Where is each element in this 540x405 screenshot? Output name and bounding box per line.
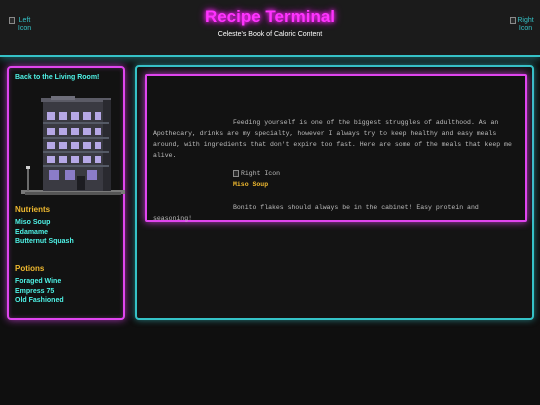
potions-heading: Potions — [15, 264, 45, 273]
right-icon-alt: Right Icon — [517, 17, 534, 32]
nav-item-butternut-squash[interactable]: Butternut Squash — [15, 238, 74, 245]
page-title: Recipe Terminal — [204, 7, 336, 26]
recipe-content-box: Feeding yourself is one of the biggest s… — [145, 74, 527, 222]
page-subtitle: Celeste's Book of Caloric Content — [217, 31, 323, 38]
recipe-image: Right Icon — [233, 170, 280, 177]
nutrients-heading: Nutrients — [15, 205, 51, 214]
apartment-building-image — [21, 96, 125, 195]
main-panel: Feeding yourself is one of the biggest s… — [135, 65, 534, 320]
nav-item-old-fashioned[interactable]: Old Fashioned — [15, 297, 64, 304]
recipe-image-alt: Right Icon — [241, 170, 281, 177]
nav-item-foraged-wine[interactable]: Foraged Wine — [15, 278, 61, 285]
intro-paragraph: Feeding yourself is one of the biggest s… — [153, 119, 512, 159]
broken-image-icon — [510, 17, 516, 24]
back-to-living-room-link[interactable]: Back to the Living Room! — [15, 74, 99, 81]
recipe-description: Bonito flakes should always be in the ca… — [153, 204, 479, 222]
broken-image-icon — [233, 170, 239, 177]
recipe-title: Miso Soup — [233, 181, 269, 188]
nav-item-edamame[interactable]: Edamame — [15, 229, 48, 236]
nav-item-empress-75[interactable]: Empress 75 — [15, 288, 54, 295]
sidebar: Back to the Living Room! Nutrients Miso … — [7, 66, 125, 320]
nav-item-miso-soup[interactable]: Miso Soup — [15, 219, 50, 226]
right-icon: Right Icon — [510, 17, 534, 33]
header-bar: Left Icon Recipe Terminal Celeste's Book… — [0, 0, 540, 57]
